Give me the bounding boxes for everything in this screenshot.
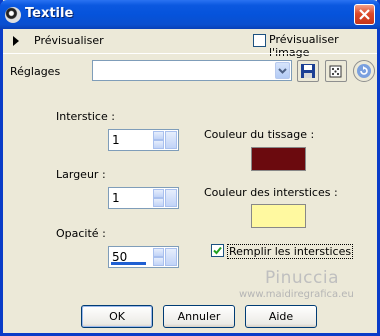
largeur-stepper[interactable] — [153, 189, 164, 207]
cancel-button[interactable]: Annuler — [163, 305, 235, 328]
gap-color-label: Couleur des interstices : — [204, 186, 338, 199]
watermark-name: Pinuccia — [265, 268, 339, 288]
largeur-value[interactable]: 1 — [112, 191, 120, 205]
chevron-down-icon[interactable] — [275, 62, 290, 79]
largeur-spinner[interactable]: 1 — [108, 187, 179, 209]
window-title: Textile — [25, 6, 74, 21]
save-floppy-icon — [301, 64, 315, 78]
close-icon — [359, 9, 370, 20]
opacite-label: Opacité : — [56, 227, 106, 240]
settings-row: Réglages — [3, 53, 377, 87]
reset-button[interactable] — [353, 60, 375, 82]
help-button[interactable]: Aide — [245, 305, 317, 328]
preview-row: Prévisualiser Prévisualiser l'image — [3, 29, 377, 59]
opacite-spinner[interactable]: 50 — [108, 246, 179, 268]
opacite-slider-bar[interactable] — [111, 262, 146, 265]
largeur-label: Largeur : — [56, 168, 106, 181]
chevron-up-icon[interactable] — [153, 131, 164, 140]
preset-dropdown[interactable] — [92, 60, 292, 81]
interstice-stepper[interactable] — [153, 131, 164, 149]
fill-gaps-label[interactable]: Remplir les interstices — [227, 244, 354, 259]
textile-effect-icon — [5, 7, 21, 23]
checkmark-icon — [213, 246, 222, 255]
chevron-down-icon[interactable] — [165, 248, 177, 266]
ok-button[interactable]: OK — [81, 305, 153, 328]
interstice-value[interactable]: 1 — [112, 133, 120, 147]
weave-color-label: Couleur du tissage : — [204, 128, 315, 141]
preview-image-checkbox[interactable] — [253, 34, 266, 47]
reset-icon — [357, 64, 371, 78]
gap-color-swatch[interactable] — [251, 204, 306, 228]
weave-color-swatch[interactable] — [251, 147, 306, 171]
chevron-down-icon[interactable] — [165, 189, 177, 207]
save-preset-button[interactable] — [297, 60, 319, 82]
chevron-down-icon[interactable] — [153, 140, 164, 149]
chevron-up-icon[interactable] — [153, 248, 164, 257]
interstice-spinner[interactable]: 1 — [108, 129, 179, 151]
chevron-up-icon[interactable] — [153, 189, 164, 198]
close-button[interactable] — [354, 4, 375, 25]
expand-arrow-icon[interactable] — [13, 36, 19, 46]
settings-label: Réglages — [10, 65, 61, 78]
dice-randomize-icon — [329, 65, 342, 78]
chevron-down-icon[interactable] — [153, 198, 164, 207]
chevron-down-icon[interactable] — [153, 257, 164, 266]
chevron-down-icon[interactable] — [165, 131, 177, 149]
fill-gaps-checkbox[interactable] — [211, 244, 224, 257]
interstice-label: Interstice : — [56, 110, 115, 123]
textile-dialog: Textile Prévisualiser Prévisualiser l'im… — [0, 0, 380, 336]
watermark-url: www.maidiregrafica.eu — [239, 289, 354, 300]
title-bar[interactable]: Textile — [0, 0, 380, 29]
randomize-button[interactable] — [325, 60, 347, 82]
preview-toggle-label[interactable]: Prévisualiser — [34, 34, 104, 47]
opacite-stepper[interactable] — [153, 248, 164, 266]
